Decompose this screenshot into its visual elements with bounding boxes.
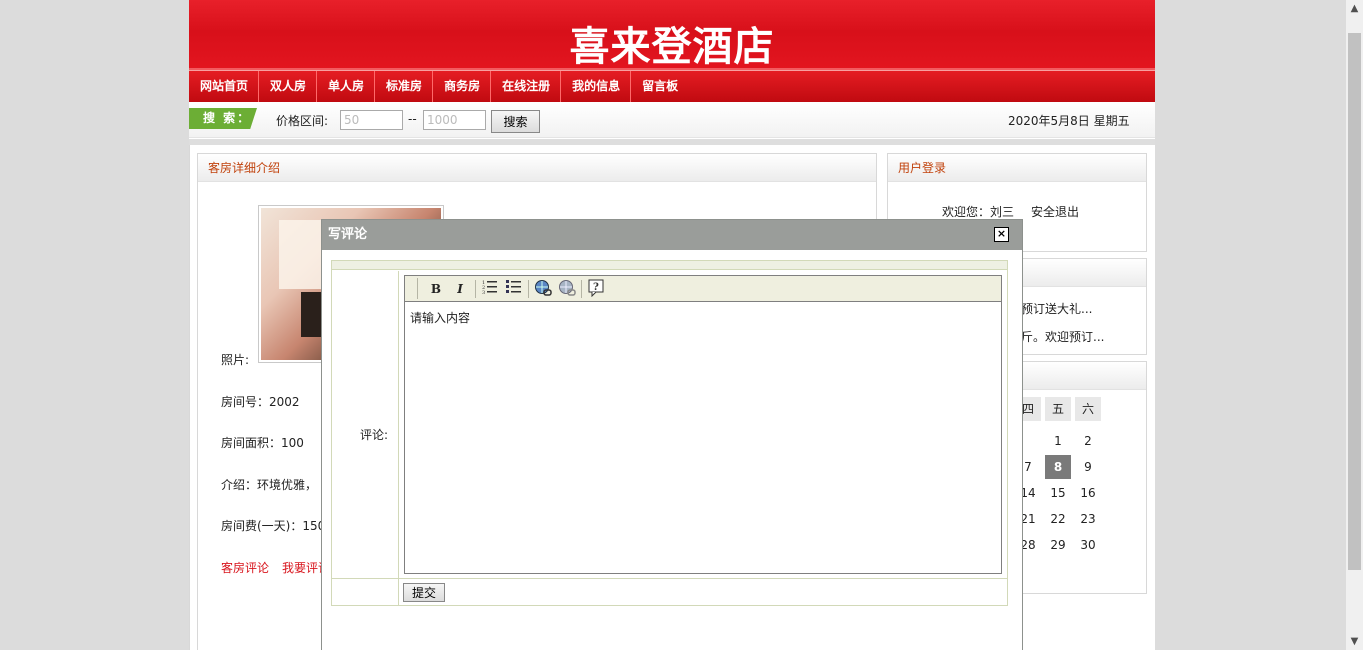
- insert-link-icon[interactable]: [533, 279, 553, 299]
- calendar-day[interactable]: 23: [1075, 507, 1101, 531]
- price-range-label: 价格区间:: [276, 114, 329, 128]
- nav-item-business-room[interactable]: 商务房: [433, 71, 492, 102]
- write-comment-dialog: 写评论 × 评论: B I 123 ? 请输入内容 提交: [321, 219, 1023, 650]
- unlink-icon[interactable]: [557, 279, 577, 299]
- room-number: 房间号：2002: [221, 395, 300, 409]
- close-icon[interactable]: ×: [994, 227, 1009, 242]
- site-title: 喜来登酒店: [569, 24, 775, 70]
- svg-text:?: ?: [593, 282, 599, 293]
- current-date: 2020年5月8日 星期五: [1008, 114, 1130, 128]
- room-detail-header: 客房详细介绍: [198, 154, 876, 182]
- left-edge-line: [189, 145, 190, 650]
- rich-text-editor: B I 123 ? 请输入内容: [404, 275, 1002, 574]
- page-scrollbar[interactable]: ▲ ▼: [1346, 0, 1363, 650]
- calendar-day[interactable]: 9: [1075, 455, 1101, 479]
- comment-label: 评论:: [359, 428, 388, 442]
- logout-link[interactable]: 安全退出: [1031, 203, 1079, 220]
- photo-label: 照片:: [221, 353, 250, 367]
- toolbar-separator: [528, 280, 529, 298]
- form-bottom-left-cell: [332, 579, 399, 606]
- main-nav: 网站首页 双人房 单人房 标准房 商务房 在线注册 我的信息 留言板: [189, 70, 1155, 102]
- search-button[interactable]: 搜索: [491, 110, 540, 133]
- nav-item-double-room[interactable]: 双人房: [259, 71, 318, 102]
- help-icon[interactable]: ?: [586, 279, 606, 299]
- nav-item-home[interactable]: 网站首页: [189, 71, 260, 102]
- max-price-input[interactable]: [423, 110, 486, 130]
- nav-item-register[interactable]: 在线注册: [491, 71, 562, 102]
- dialog-title-bar: 写评论 ×: [322, 220, 1022, 250]
- calendar-day[interactable]: 16: [1075, 481, 1101, 505]
- divider: [189, 139, 1155, 145]
- scroll-thumb[interactable]: [1348, 33, 1361, 570]
- scroll-down-icon[interactable]: ▼: [1346, 633, 1363, 650]
- scroll-up-icon[interactable]: ▲: [1346, 0, 1363, 17]
- price-separator: --: [408, 112, 417, 126]
- search-bar: 搜 索： 价格区间: -- 搜索 2020年5月8日 星期五: [189, 102, 1155, 138]
- italic-icon[interactable]: I: [450, 279, 470, 299]
- calendar-day[interactable]: 1: [1045, 429, 1071, 453]
- calendar-day[interactable]: 15: [1045, 481, 1071, 505]
- room-price: 房间费(一天)：150: [221, 519, 326, 533]
- login-header: 用户登录: [888, 154, 1146, 182]
- editor-toolbar: B I 123 ?: [405, 276, 1001, 302]
- room-area: 房间面积：100: [221, 436, 304, 450]
- form-top-strip: [332, 261, 1007, 270]
- min-price-input[interactable]: [340, 110, 403, 130]
- site-banner: 喜来登酒店: [189, 0, 1155, 70]
- unordered-list-icon[interactable]: [504, 279, 524, 299]
- toolbar-grip: [417, 278, 418, 299]
- dialog-title: 写评论: [328, 227, 368, 242]
- submit-button[interactable]: 提交: [403, 583, 445, 602]
- nav-item-my-info[interactable]: 我的信息: [561, 71, 632, 102]
- bold-icon[interactable]: B: [426, 279, 446, 299]
- nav-item-single-room[interactable]: 单人房: [317, 71, 376, 102]
- comment-label-cell: 评论:: [332, 271, 399, 578]
- nav-item-message-board[interactable]: 留言板: [631, 71, 688, 102]
- room-comments-link[interactable]: 客房评论: [221, 559, 269, 576]
- ordered-list-icon[interactable]: 123: [480, 279, 500, 299]
- toolbar-separator: [581, 280, 582, 298]
- calendar-day-today[interactable]: 8: [1045, 455, 1071, 479]
- calendar-day[interactable]: 29: [1045, 533, 1071, 557]
- calendar-weekday-header: 五: [1045, 397, 1071, 421]
- welcome-text: 欢迎您：刘三: [942, 205, 1015, 219]
- room-intro: 介绍：环境优雅，: [221, 478, 318, 492]
- search-tag: 搜 索：: [189, 108, 257, 129]
- news-item[interactable]: 预订送大礼...: [1021, 300, 1092, 317]
- form-bottom-row: 提交: [332, 578, 1007, 606]
- calendar-day[interactable]: 2: [1075, 429, 1101, 453]
- nav-item-standard-room[interactable]: 标准房: [375, 71, 434, 102]
- svg-text:3: 3: [482, 290, 485, 295]
- comment-form: 评论: B I 123 ? 请输入内容 提交: [331, 260, 1008, 606]
- news-item[interactable]: 斤。欢迎预订...: [1021, 328, 1104, 345]
- comment-editor-area[interactable]: 请输入内容: [405, 303, 1001, 573]
- toolbar-separator: [475, 280, 476, 298]
- calendar-day[interactable]: 22: [1045, 507, 1071, 531]
- calendar-day[interactable]: 30: [1075, 533, 1101, 557]
- calendar-weekday-header: 六: [1075, 397, 1101, 421]
